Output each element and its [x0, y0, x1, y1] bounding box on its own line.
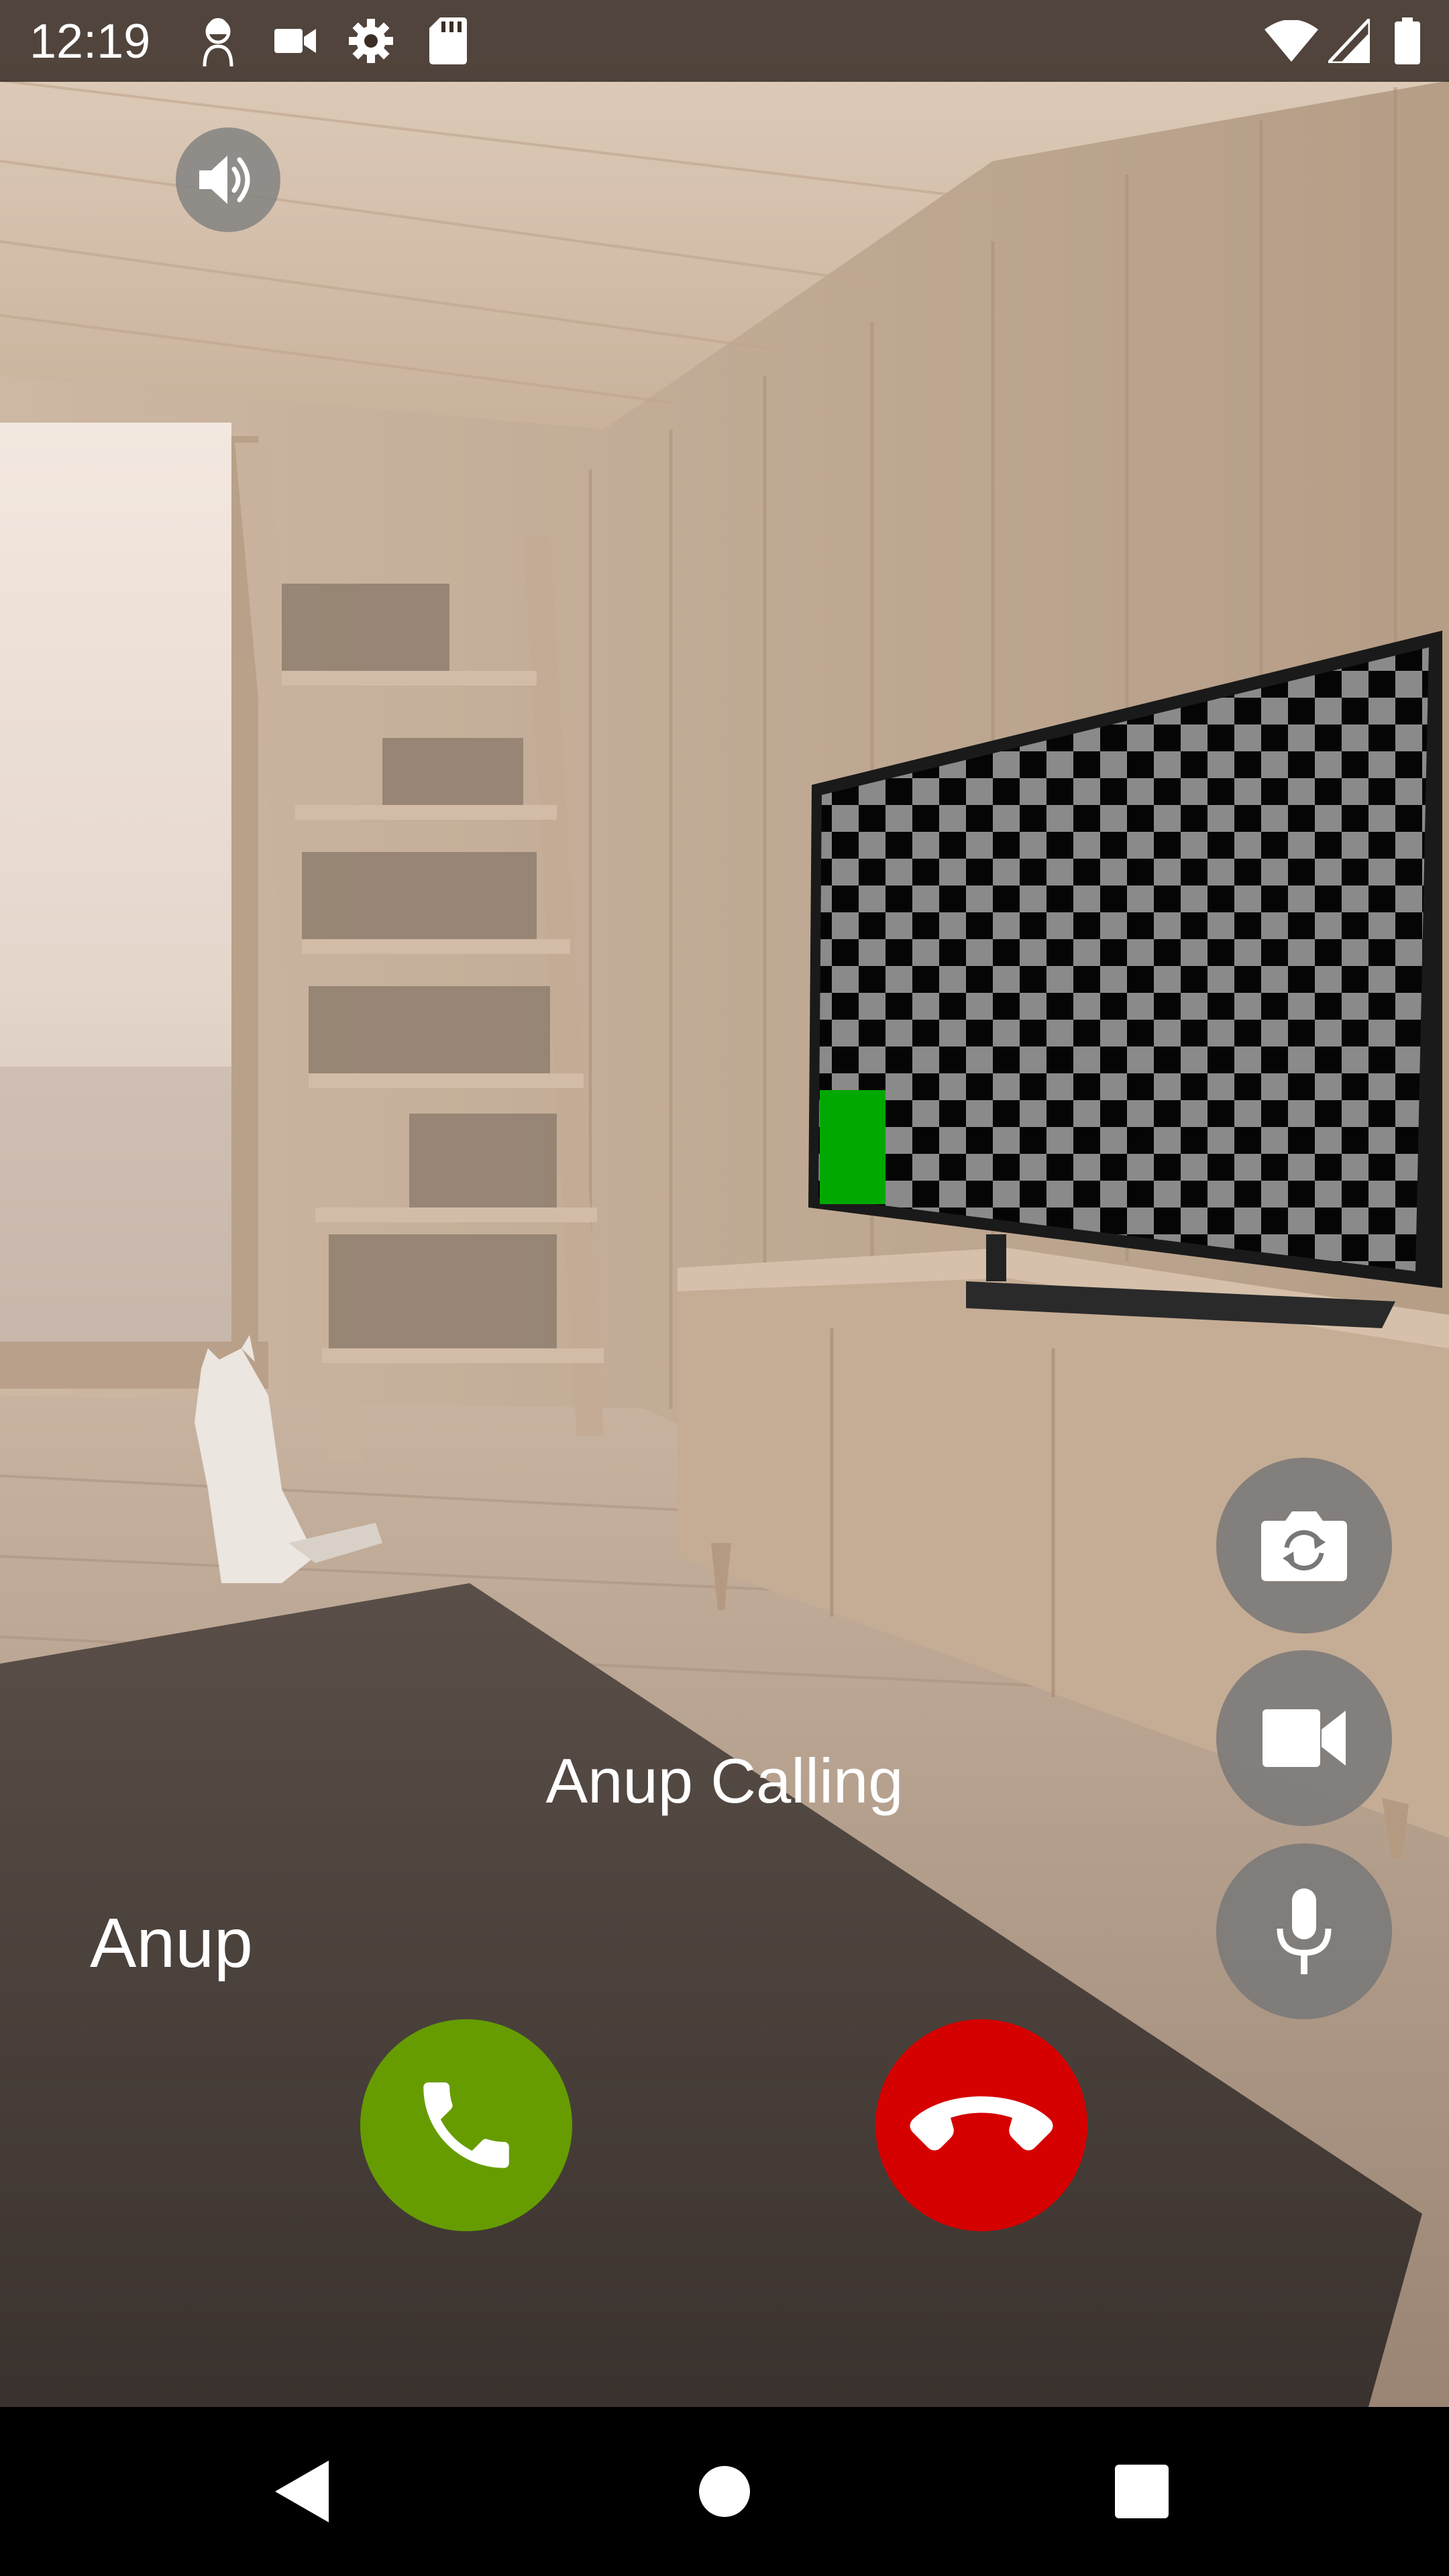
- battery-icon: [1392, 15, 1423, 67]
- cellular-signal-icon: [1327, 15, 1371, 67]
- settings-gear-icon: [345, 15, 396, 67]
- video-camera-icon: [272, 15, 319, 67]
- navigation-bar: [0, 2407, 1449, 2576]
- status-time: 12:19: [30, 15, 151, 68]
- accept-call-button[interactable]: [360, 2019, 572, 2231]
- sd-card-icon: [427, 15, 470, 67]
- decline-call-button[interactable]: [875, 2019, 1087, 2231]
- hang-up-icon: [910, 2096, 1053, 2151]
- speaker-icon: [199, 156, 250, 204]
- home-icon: [699, 2466, 750, 2517]
- wifi-icon: [1265, 15, 1318, 67]
- recents-icon: [1115, 2465, 1169, 2518]
- back-button[interactable]: [228, 2407, 376, 2576]
- switch-camera-icon: [1261, 1511, 1347, 1581]
- microphone-icon: [1277, 1888, 1332, 1974]
- notification-avatar-icon: [195, 15, 241, 67]
- caller-name: Anup: [90, 1904, 253, 1982]
- back-icon: [275, 2461, 329, 2522]
- phone-icon: [423, 2082, 509, 2168]
- switch-camera-button[interactable]: [1216, 1458, 1392, 1633]
- mute-button[interactable]: [1216, 1843, 1392, 2019]
- status-bar: 12:19: [0, 0, 1449, 82]
- recents-button[interactable]: [1068, 2407, 1216, 2576]
- home-button[interactable]: [651, 2407, 798, 2576]
- call-status-text: Anup Calling: [545, 1746, 904, 1816]
- remote-video-feed: [0, 0, 1449, 2407]
- speaker-button[interactable]: [176, 127, 280, 232]
